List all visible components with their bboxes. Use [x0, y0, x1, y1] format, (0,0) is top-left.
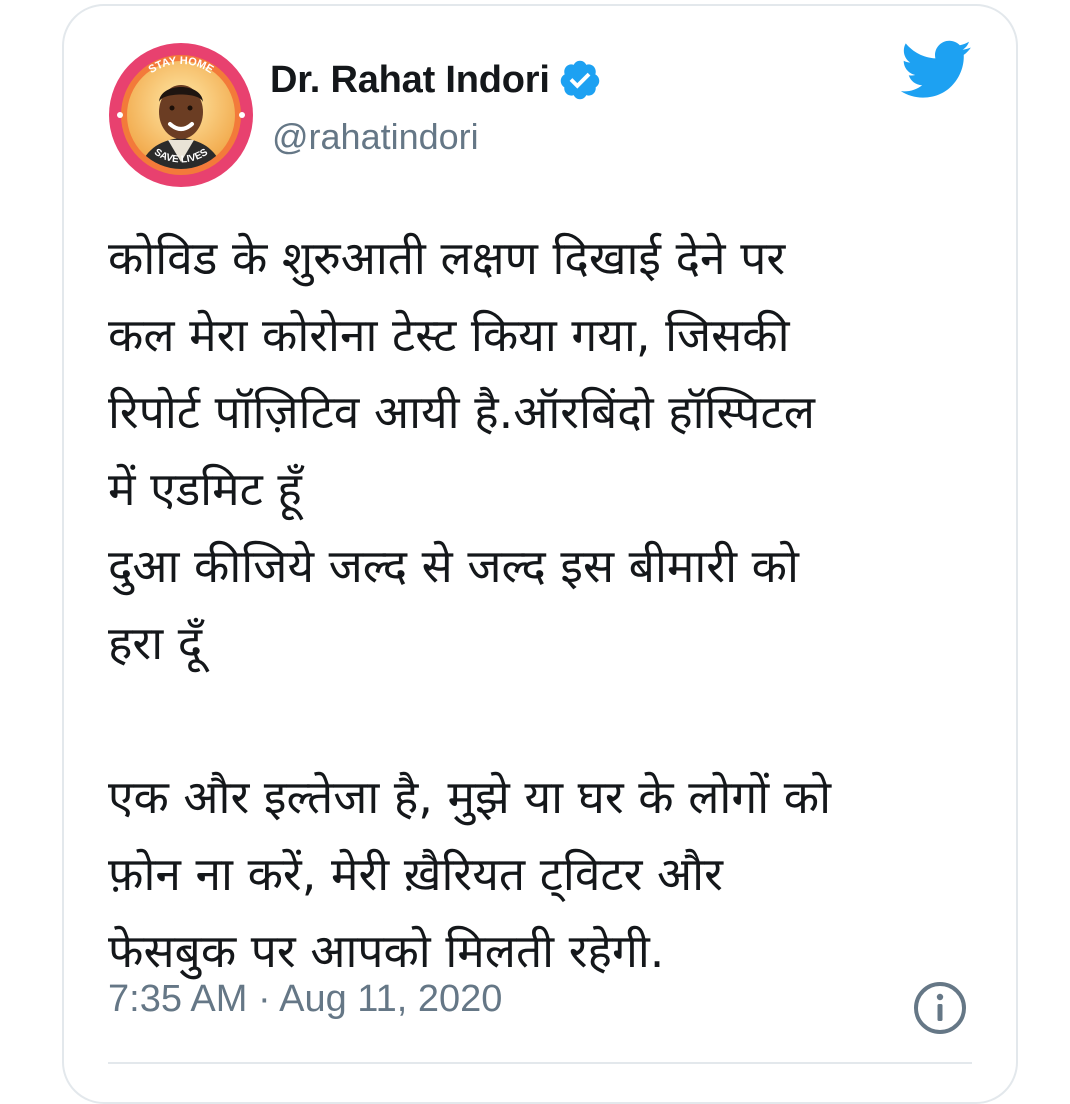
- footer-divider: [108, 1062, 972, 1064]
- author-name-row[interactable]: Dr. Rahat Indori: [270, 58, 602, 102]
- info-icon[interactable]: [912, 980, 968, 1036]
- tweet-line: कल मेरा कोरोना टेस्ट किया गया, जिसकी: [108, 308, 790, 362]
- twitter-bird-icon[interactable]: [898, 40, 972, 102]
- tweet-text: कोविड के शुरुआती लक्षण दिखाई देने पर कल …: [108, 220, 1008, 990]
- tweet-line: दुआ कीजिये जल्द से जल्द इस बीमारी को: [108, 539, 799, 593]
- tweet-line: हरा दूँ: [108, 616, 203, 670]
- tweet-line: फ़ोन ना करें, मेरी ख़ैरियत ट्विटर और: [108, 847, 723, 901]
- author-name[interactable]: Dr. Rahat Indori: [270, 59, 550, 102]
- tweet-line: कोविड के शुरुआती लक्षण दिखाई देने पर: [108, 231, 786, 285]
- tweet-line: एक और इल्तेजा है, मुझे या घर के लोगों को: [108, 770, 832, 824]
- author-handle[interactable]: @rahatindori: [272, 116, 479, 158]
- verified-badge-icon: [560, 60, 599, 100]
- tweet-line: रिपोर्ट पॉज़िटिव आयी है.ऑरबिंदो हॉस्पिटल: [108, 385, 815, 439]
- tweet-timestamp[interactable]: 7:35 AM · Aug 11, 2020: [108, 978, 502, 1021]
- avatar[interactable]: STAY HOME SAVE LIVES: [108, 42, 254, 188]
- tweet-line: में एडमिट हूँ: [108, 462, 302, 516]
